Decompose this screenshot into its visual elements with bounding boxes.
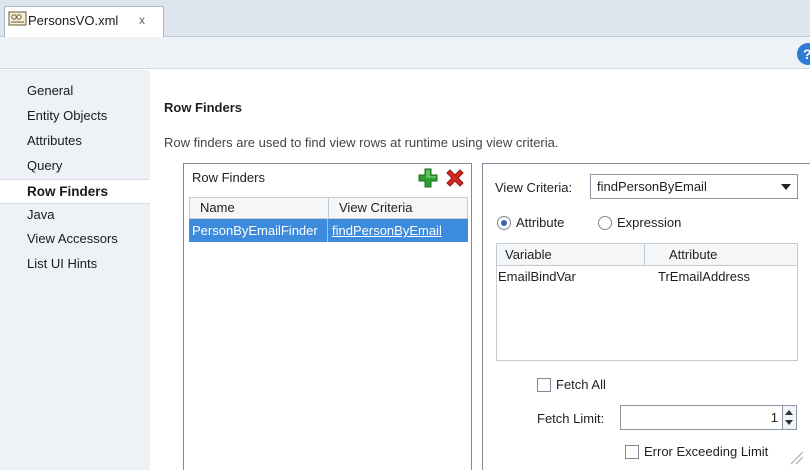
fetch-limit-input[interactable]: 1 [620,405,783,430]
editor-tab-strip: PersonsVO.xml x [0,0,810,38]
view-criteria-dropdown[interactable]: findPersonByEmail [590,174,798,199]
fetch-limit-spinner [783,405,797,430]
nav-item-row-finders[interactable]: Row Finders [0,179,150,204]
expression-radio[interactable] [598,216,612,230]
row-finder-details-panel: View Criteria: findPersonByEmail Attribu… [482,163,810,470]
overview-nav: General Entity Objects Attributes Query … [0,70,150,470]
bind-variable-table-header: Variable Attribute [497,244,797,266]
table-row[interactable]: EmailBindVar TrEmailAddress [497,266,797,288]
help-icon[interactable]: ? [797,43,810,65]
error-exceeding-limit-checkbox[interactable] [625,445,639,459]
resize-grip-icon[interactable] [783,444,805,466]
column-header-name[interactable]: Name [190,198,329,218]
fetch-limit-label: Fetch Limit: [537,411,605,426]
editor-toolbar: ? [0,37,810,69]
nav-item-entity-objects[interactable]: Entity Objects [0,105,150,127]
nav-item-java[interactable]: Java [0,204,150,226]
add-icon[interactable] [417,167,439,189]
expression-radio-label[interactable]: Expression [617,215,681,230]
error-exceeding-limit-label[interactable]: Error Exceeding Limit [644,444,768,459]
chevron-down-icon [781,184,791,190]
nav-item-attributes[interactable]: Attributes [0,130,150,152]
column-header-attribute[interactable]: Attribute [645,244,797,265]
xml-file-icon [8,11,27,26]
close-icon[interactable]: x [139,13,145,27]
section-title: Row Finders [164,100,243,115]
editor-tab-label: PersonsVO.xml [28,13,119,28]
bind-variable-name: EmailBindVar [498,269,576,284]
row-finders-panel: Row Finders Name View Criteria PersonByE… [183,163,472,470]
editor-tab[interactable]: PersonsVO.xml x [4,6,164,38]
section-description: Row finders are used to find view rows a… [164,135,559,150]
fetch-all-checkbox[interactable] [537,378,551,392]
bind-variable-table: Variable Attribute EmailBindVar TrEmailA… [496,243,798,361]
column-header-view-criteria[interactable]: View Criteria [329,198,467,218]
nav-item-view-accessors[interactable]: View Accessors [0,228,150,250]
attribute-radio[interactable] [497,216,511,230]
fetch-all-label[interactable]: Fetch All [556,377,606,392]
nav-item-query[interactable]: Query [0,155,150,177]
view-criteria-link[interactable]: findPersonByEmail [330,219,466,242]
spinner-down-icon[interactable] [785,420,793,425]
spinner-up-icon[interactable] [785,410,793,415]
column-header-variable[interactable]: Variable [497,244,645,265]
attribute-radio-label[interactable]: Attribute [516,215,564,230]
nav-item-list-ui-hints[interactable]: List UI Hints [0,253,150,275]
view-criteria-selected-value: findPersonByEmail [597,179,707,194]
nav-item-general[interactable]: General [0,80,150,102]
delete-icon[interactable] [444,167,466,189]
view-criteria-label: View Criteria: [495,180,573,195]
bind-variable-attribute[interactable]: TrEmailAddress [645,266,797,288]
row-finders-table-header: Name View Criteria [189,197,468,219]
table-row[interactable]: PersonByEmailFinder findPersonByEmail [189,219,468,242]
fetch-limit-value: 1 [770,410,778,425]
row-finder-name: PersonByEmailFinder [189,219,328,242]
radio-selected-dot [501,220,507,226]
row-finders-panel-title: Row Finders [192,170,265,185]
